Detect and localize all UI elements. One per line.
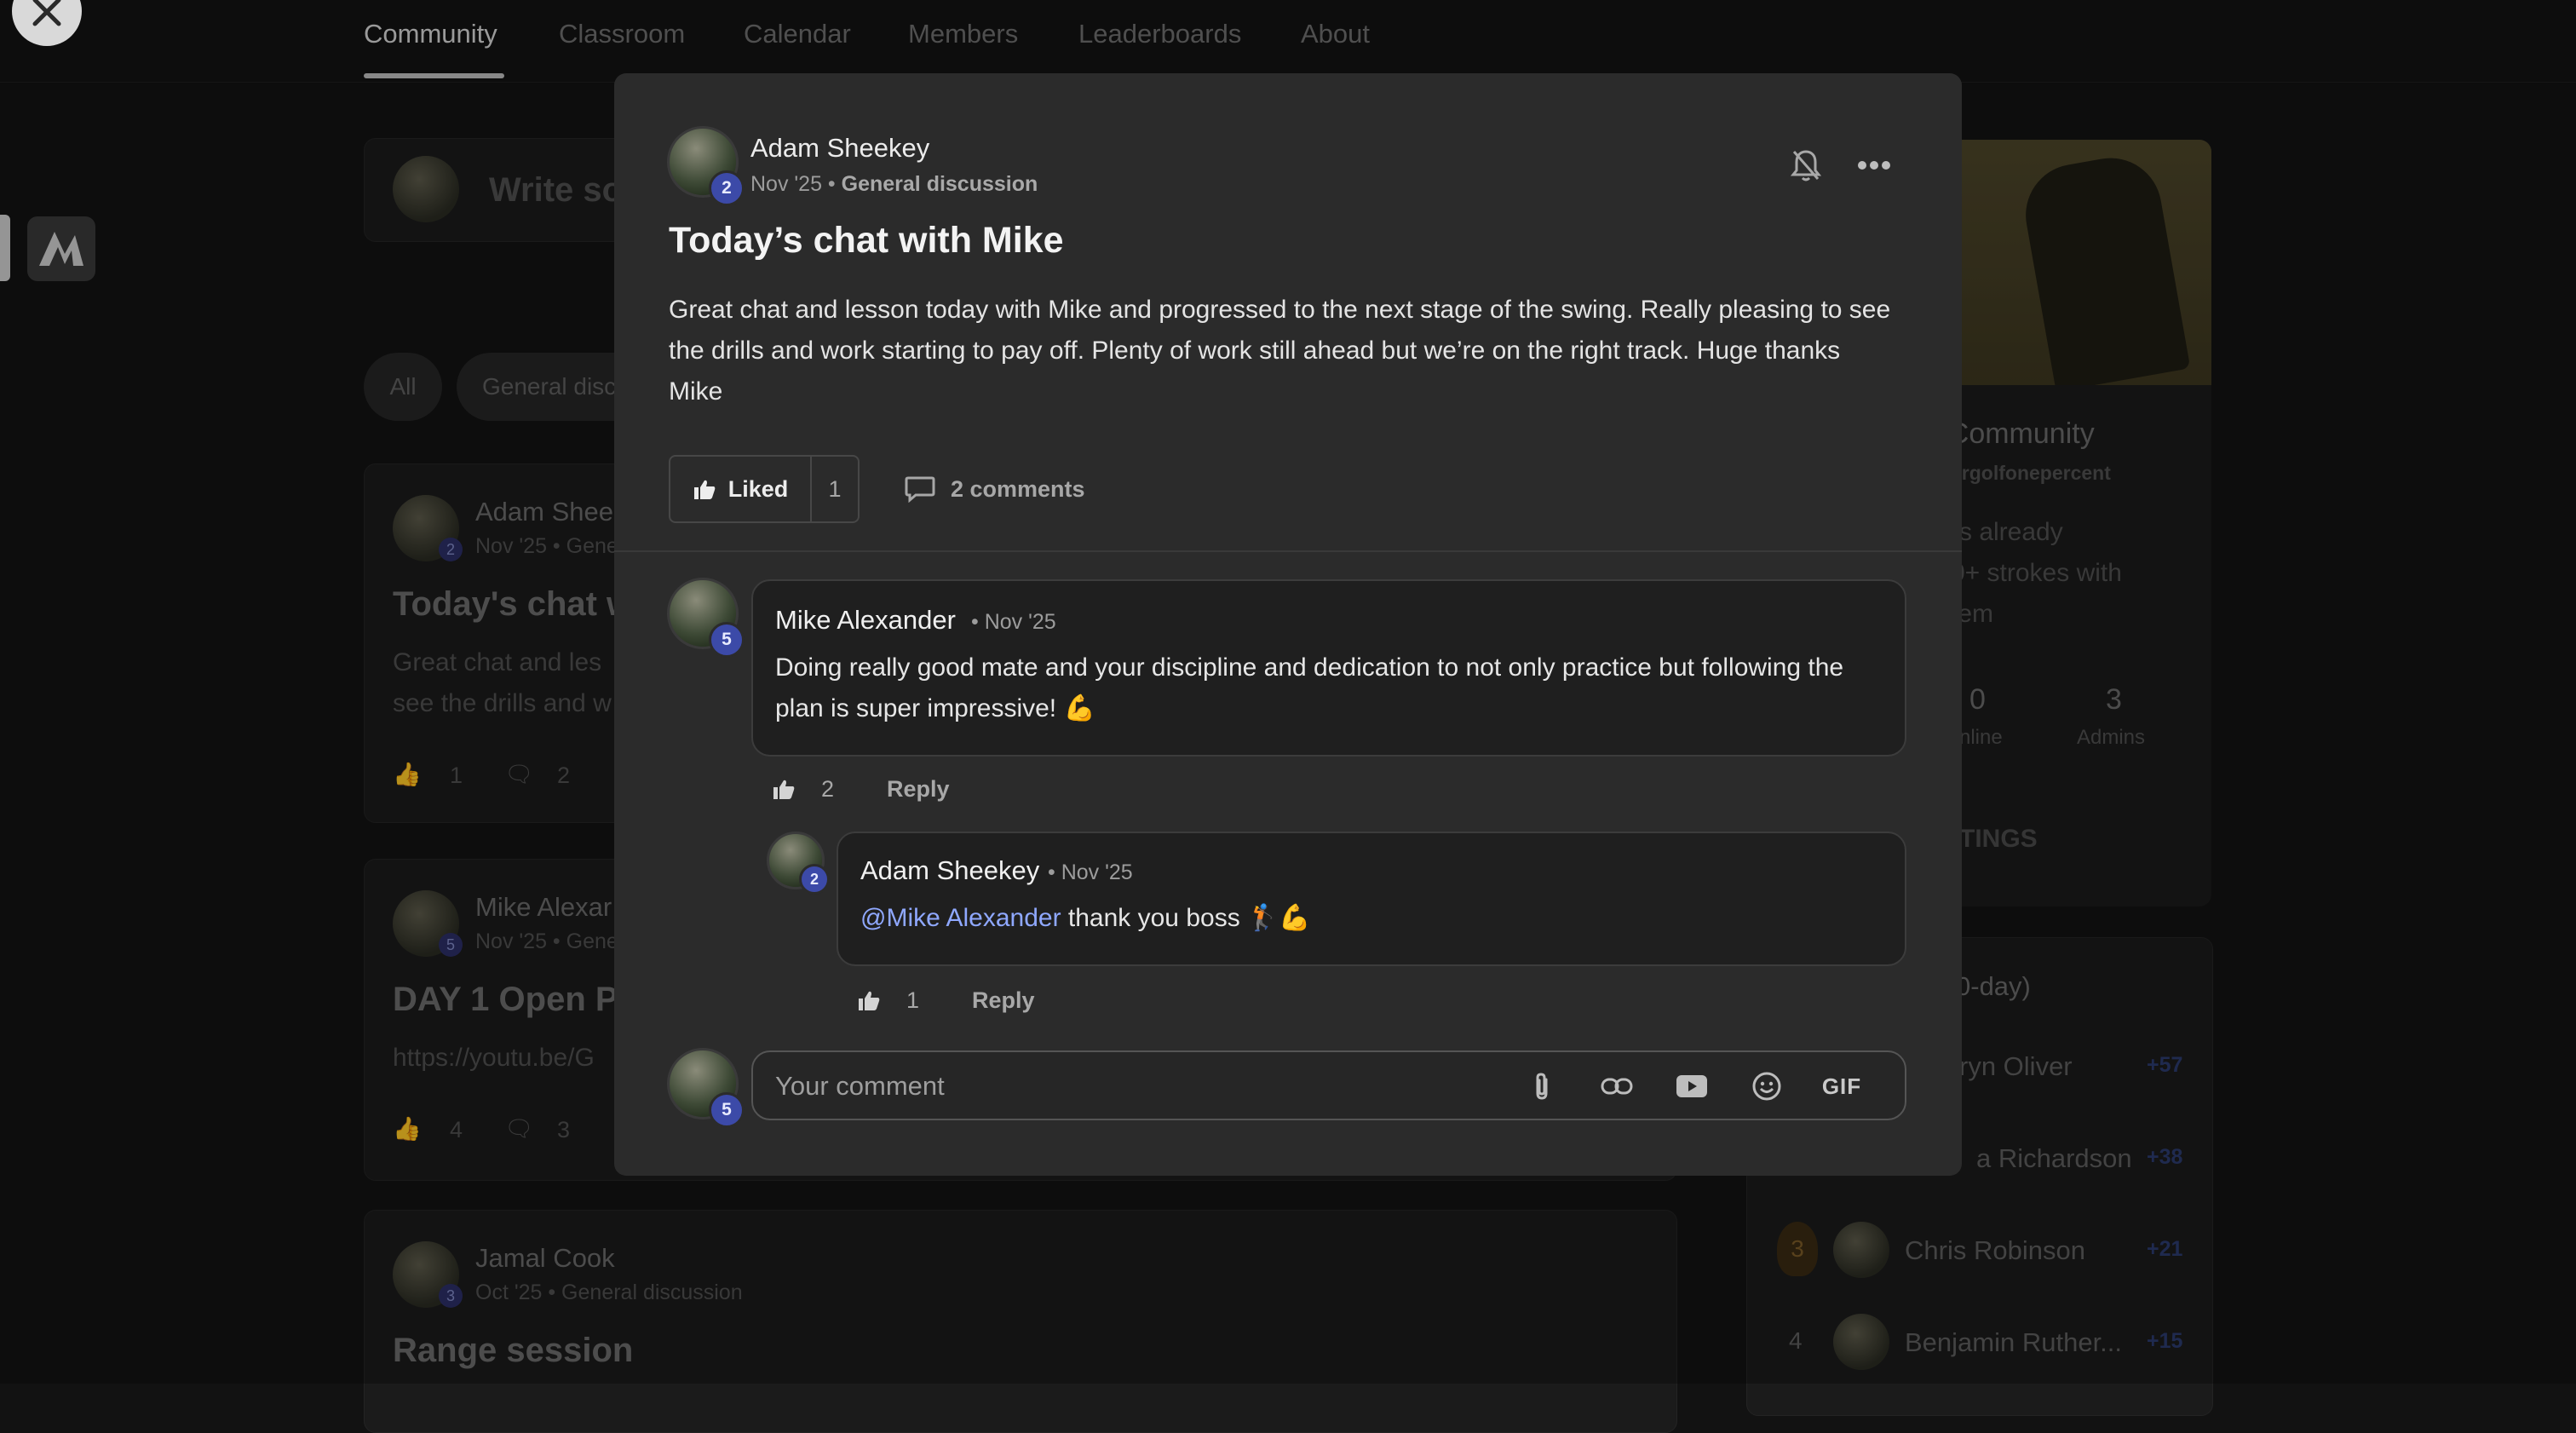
comment-placeholder: Your comment <box>775 1071 945 1101</box>
comments-count-button[interactable]: 2 comments <box>905 467 1085 511</box>
comments-count-label: 2 comments <box>951 475 1085 502</box>
bell-off-icon <box>1791 150 1821 181</box>
comment-text: @Mike Alexander thank you boss 🏌️💪 <box>860 898 1883 939</box>
comment-like-count: 2 <box>821 775 835 802</box>
more-options-button[interactable] <box>1854 147 1895 184</box>
level-badge: 5 <box>709 1092 745 1128</box>
post-category[interactable]: General discussion <box>842 172 1038 196</box>
video-play-icon <box>1676 1075 1707 1097</box>
comment-date: • Nov '25 <box>1048 860 1133 884</box>
comment-like-count: 1 <box>906 987 920 1013</box>
comment-icon <box>905 476 935 503</box>
comment-actions: 1 Reply <box>857 985 1035 1016</box>
liked-label: Liked <box>727 475 789 502</box>
reply-button[interactable]: Reply <box>972 987 1035 1014</box>
link-icon <box>1601 1078 1633 1095</box>
comment-date: • Nov '25 <box>971 610 1056 634</box>
notification-bell-button[interactable] <box>1785 145 1826 186</box>
gif-button[interactable]: GIF <box>1818 1069 1866 1103</box>
reply-button[interactable]: Reply <box>887 776 950 803</box>
close-icon <box>32 0 61 26</box>
level-badge: 2 <box>709 170 745 206</box>
youtube-button[interactable] <box>1675 1069 1709 1103</box>
comment-text-body: thank you boss 🏌️💪 <box>1061 904 1311 932</box>
post-author-name[interactable]: Adam Sheekey <box>750 133 929 164</box>
post-meta: Nov '25 • General discussion <box>750 172 1038 196</box>
user-mention-link[interactable]: @Mike Alexander <box>860 904 1061 932</box>
smiley-icon <box>1752 1072 1781 1101</box>
like-control: Liked 1 <box>669 455 860 523</box>
divider <box>614 550 1962 552</box>
thumbs-up-icon[interactable] <box>772 778 796 800</box>
ellipsis-icon <box>1858 161 1890 170</box>
emoji-button[interactable] <box>1750 1069 1784 1103</box>
thumbs-up-icon[interactable] <box>857 989 881 1011</box>
post-date: Nov '25 <box>750 172 822 196</box>
comment-bubble: Mike Alexander • Nov '25 Doing really go… <box>751 579 1906 757</box>
link-button[interactable] <box>1600 1069 1634 1103</box>
like-button[interactable]: Liked <box>670 457 812 521</box>
comment-text: Doing really good mate and your discipli… <box>775 653 1844 722</box>
comment-author[interactable]: Adam Sheekey <box>860 855 1039 886</box>
attachment-button[interactable] <box>1525 1069 1559 1103</box>
gif-label: GIF <box>1821 1073 1862 1099</box>
comment-author[interactable]: Mike Alexander <box>775 605 956 636</box>
level-badge: 2 <box>799 864 830 895</box>
paperclip-icon <box>1536 1073 1548 1100</box>
like-count[interactable]: 1 <box>812 457 858 521</box>
post-body: Great chat and lesson today with Mike an… <box>669 296 1891 406</box>
comment-bubble: Adam Sheekey • Nov '25 @Mike Alexander t… <box>837 832 1906 966</box>
comment-input[interactable]: Your comment GIF <box>751 1050 1906 1120</box>
thumbs-up-icon <box>693 480 716 499</box>
level-badge: 5 <box>709 622 745 658</box>
comment-actions: 2 Reply <box>772 774 950 804</box>
post-title: Today’s chat with Mike <box>669 220 1064 261</box>
